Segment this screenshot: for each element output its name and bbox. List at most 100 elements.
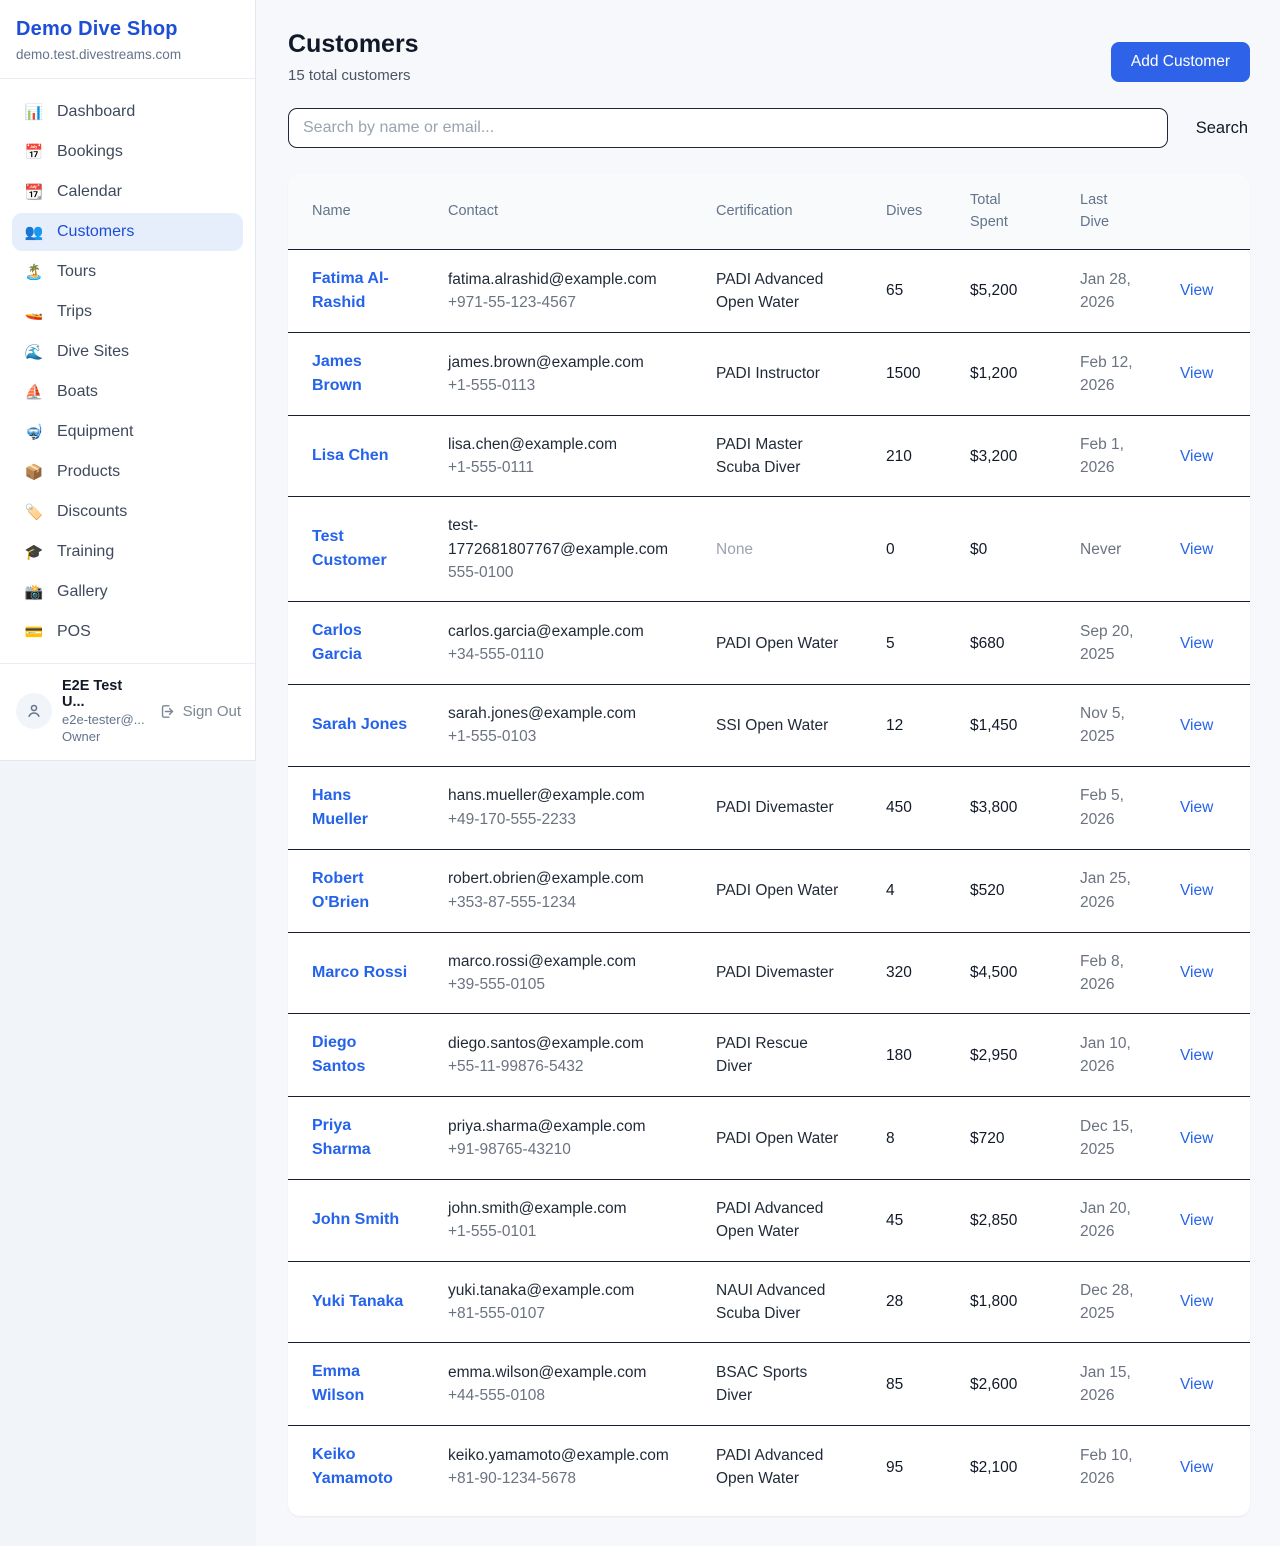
customer-name-link[interactable]: Hans Mueller	[312, 784, 408, 832]
sidebar-item-discounts[interactable]: 🏷️Discounts	[12, 493, 243, 531]
view-link[interactable]: View	[1180, 964, 1213, 981]
customer-name-link[interactable]: Keiko Yamamoto	[312, 1443, 408, 1491]
customer-phone: +49-170-555-2233	[448, 808, 692, 831]
customer-email: emma.wilson@example.com	[448, 1361, 692, 1384]
sidebar-item-dashboard[interactable]: 📊Dashboard	[12, 93, 243, 131]
customer-certification: PADI Advanced Open Water	[716, 1444, 842, 1491]
table-row: Hans Mueller hans.mueller@example.com+49-…	[288, 766, 1250, 849]
sidebar-item-equipment[interactable]: 🤿Equipment	[12, 413, 243, 451]
table-row: Marco Rossimarco.rossi@example.com+39-55…	[288, 932, 1250, 1014]
view-link[interactable]: View	[1180, 717, 1213, 734]
view-link[interactable]: View	[1180, 1376, 1213, 1393]
customer-email: diego.santos@example.com	[448, 1032, 692, 1055]
view-link[interactable]: View	[1180, 882, 1213, 899]
customer-dives: 210	[874, 415, 958, 497]
sidebar-item-tours[interactable]: 🏝️Tours	[12, 253, 243, 291]
sidebar-item-products[interactable]: 📦Products	[12, 453, 243, 491]
customer-name-link[interactable]: Lisa Chen	[312, 444, 388, 468]
view-link[interactable]: View	[1180, 365, 1213, 382]
sidebar-item-gallery[interactable]: 📸Gallery	[12, 573, 243, 611]
customer-total-spent: $4,500	[958, 932, 1068, 1014]
view-link[interactable]: View	[1180, 635, 1213, 652]
customer-name-link[interactable]: John Smith	[312, 1208, 399, 1232]
view-link[interactable]: View	[1180, 448, 1213, 465]
customer-total-spent: $5,200	[958, 249, 1068, 332]
customer-phone: +1-555-0101	[448, 1220, 692, 1243]
sign-out-label: Sign Out	[183, 703, 241, 720]
customer-last-dive: Feb 1, 2026	[1080, 433, 1138, 480]
customer-name-link[interactable]: Carlos Garcia	[312, 619, 408, 667]
customer-name-link[interactable]: Robert O'Brien	[312, 867, 408, 915]
sidebar-item-boats[interactable]: ⛵Boats	[12, 373, 243, 411]
column-header-last-dive: Last Dive	[1068, 174, 1168, 249]
view-link[interactable]: View	[1180, 1293, 1213, 1310]
customer-total-spent: $1,800	[958, 1261, 1068, 1343]
customer-name-link[interactable]: Diego Santos	[312, 1031, 408, 1079]
sidebar-item-trips[interactable]: 🚤 Trips	[12, 293, 243, 331]
sidebar-item-dive-sites[interactable]: 🌊Dive Sites	[12, 333, 243, 371]
customer-last-dive: Jan 10, 2026	[1080, 1032, 1138, 1079]
sidebar-item-bookings[interactable]: 📅Bookings	[12, 133, 243, 171]
sidebar-item-calendar[interactable]: 📆Calendar	[12, 173, 243, 211]
customer-total-spent: $1,450	[958, 685, 1068, 767]
customers-table: NameContactCertificationDivesTotal Spent…	[288, 174, 1250, 1508]
customer-phone: +353-87-555-1234	[448, 891, 692, 914]
customers-table-card: NameContactCertificationDivesTotal Spent…	[288, 174, 1250, 1516]
customer-name-link[interactable]: Yuki Tanaka	[312, 1290, 403, 1314]
user-name: E2E Test U...	[62, 678, 149, 710]
column-header-certification: Certification	[704, 174, 874, 249]
sidebar-item-label: Trips	[57, 303, 92, 321]
customer-certification: SSI Open Water	[716, 714, 842, 737]
customer-total-spent: $2,850	[958, 1180, 1068, 1262]
app-title[interactable]: Demo Dive Shop	[16, 18, 235, 41]
pos-icon: 💳	[24, 625, 44, 640]
column-header-dives: Dives	[874, 174, 958, 249]
trips-icon: 🚤	[24, 305, 44, 320]
customer-phone: +1-555-0113	[448, 374, 692, 397]
sign-out-button[interactable]: Sign Out	[159, 703, 241, 720]
customer-certification: PADI Divemaster	[716, 961, 842, 984]
customer-email: hans.mueller@example.com	[448, 784, 692, 807]
customer-dives: 4	[874, 849, 958, 932]
sidebar-item-label: Discounts	[57, 503, 127, 521]
view-link[interactable]: View	[1180, 799, 1213, 816]
search-input[interactable]	[288, 108, 1168, 148]
customer-dives: 320	[874, 932, 958, 1014]
app-subdomain: demo.test.divestreams.com	[16, 47, 235, 62]
customer-name-link[interactable]: Marco Rossi	[312, 961, 407, 985]
customer-phone: +91-98765-43210	[448, 1138, 692, 1161]
user-icon	[25, 702, 43, 720]
sidebar-item-label: Boats	[57, 383, 98, 401]
customer-name-link[interactable]: Fatima Al-Rashid	[312, 267, 408, 315]
customer-name-link[interactable]: Priya Sharma	[312, 1114, 408, 1162]
sidebar-item-pos[interactable]: 💳POS	[12, 613, 243, 651]
customer-name-link[interactable]: Emma Wilson	[312, 1360, 408, 1408]
customer-dives: 28	[874, 1261, 958, 1343]
customer-phone: +1-555-0103	[448, 725, 692, 748]
customer-name-link[interactable]: Test Customer	[312, 525, 408, 573]
view-link[interactable]: View	[1180, 541, 1213, 558]
customer-total-spent: $520	[958, 849, 1068, 932]
view-link[interactable]: View	[1180, 1459, 1213, 1476]
sidebar-item-training[interactable]: 🎓Training	[12, 533, 243, 571]
table-row: Priya Sharmapriya.sharma@example.com+91-…	[288, 1097, 1250, 1180]
customer-certification: PADI Open Water	[716, 879, 842, 902]
customer-total-spent: $2,950	[958, 1014, 1068, 1097]
customer-last-dive: Nov 5, 2025	[1080, 702, 1138, 749]
customer-email: sarah.jones@example.com	[448, 702, 692, 725]
column-header-contact: Contact	[436, 174, 704, 249]
customer-certification: PADI Master Scuba Diver	[716, 433, 842, 480]
customer-total-spent: $2,100	[958, 1426, 1068, 1509]
view-link[interactable]: View	[1180, 1130, 1213, 1147]
view-link[interactable]: View	[1180, 1047, 1213, 1064]
customer-name-link[interactable]: Sarah Jones	[312, 713, 407, 737]
table-row: Lisa Chenlisa.chen@example.com+1-555-011…	[288, 415, 1250, 497]
search-button[interactable]: Search	[1194, 113, 1250, 144]
view-link[interactable]: View	[1180, 282, 1213, 299]
customer-name-link[interactable]: James Brown	[312, 350, 408, 398]
customer-phone: 555-0100	[448, 561, 692, 584]
view-link[interactable]: View	[1180, 1212, 1213, 1229]
add-customer-button[interactable]: Add Customer	[1111, 42, 1250, 82]
column-header-name: Name	[288, 174, 436, 249]
sidebar-item-customers[interactable]: 👥Customers	[12, 213, 243, 251]
